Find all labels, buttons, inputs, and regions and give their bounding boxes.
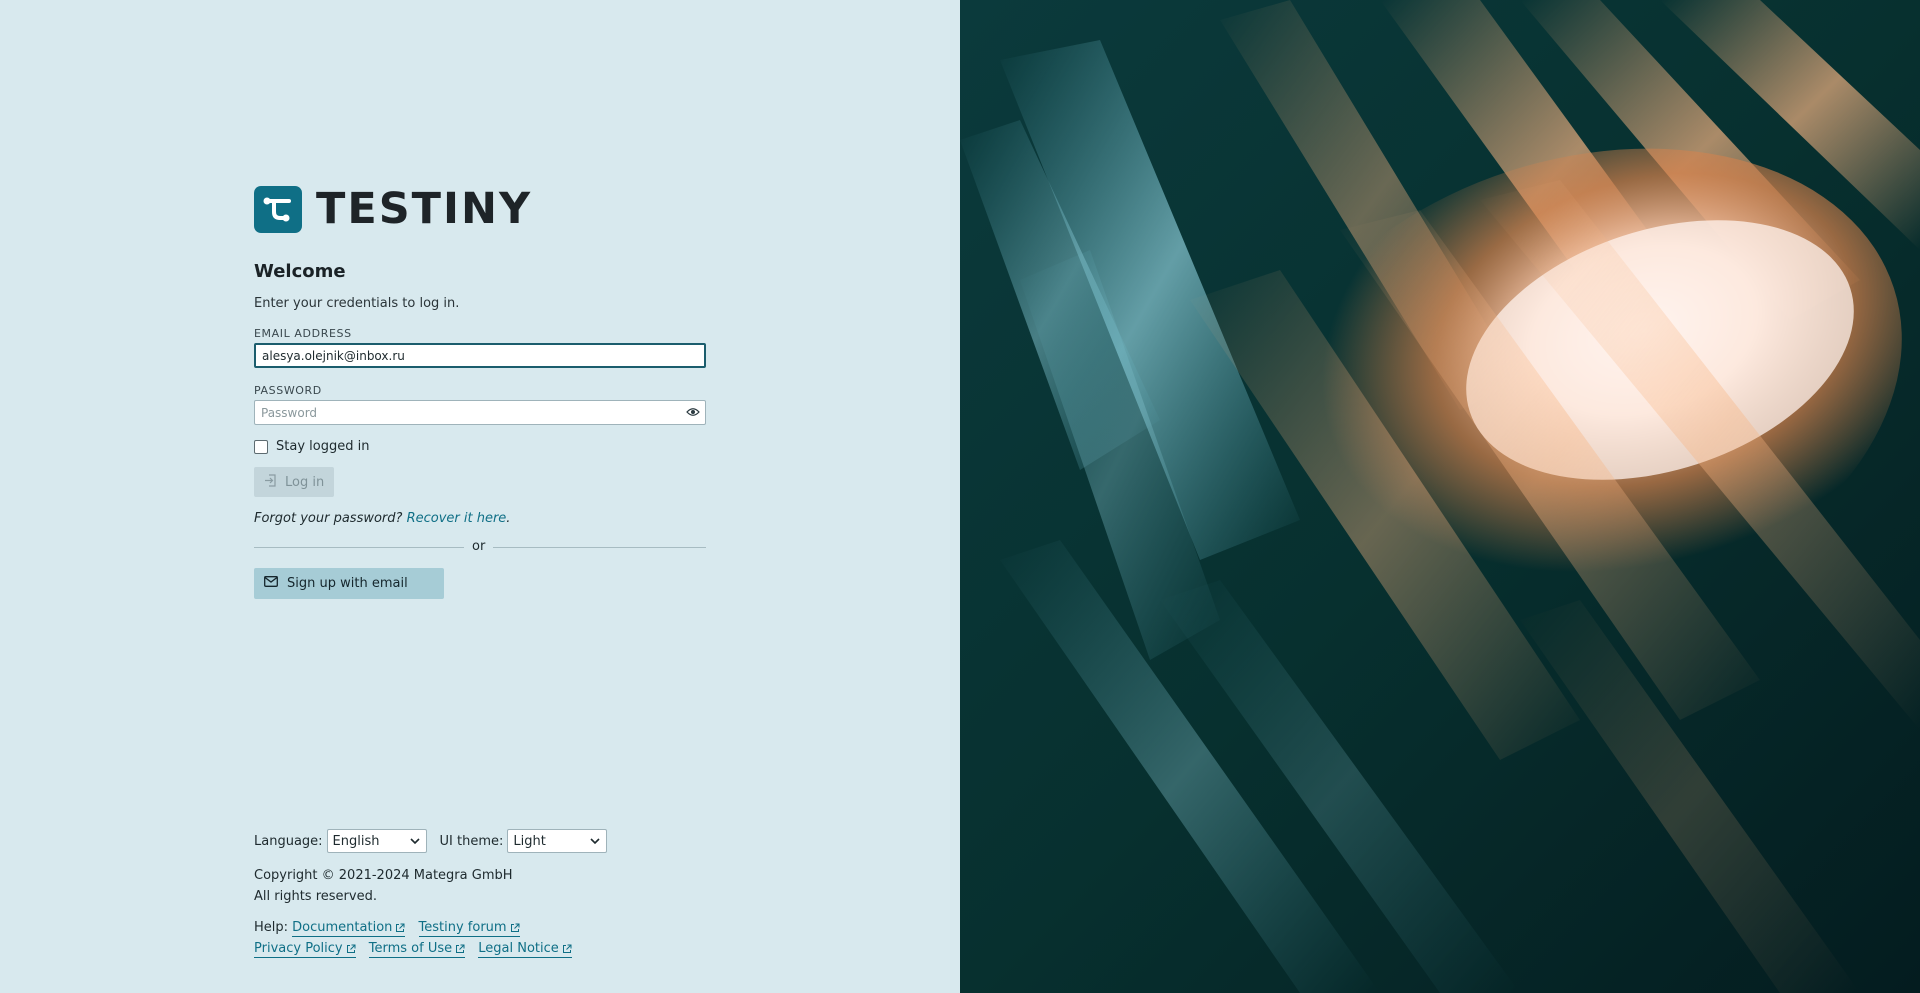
- chevron-down-icon: [409, 834, 420, 849]
- brand-wordmark: TESTINY: [316, 183, 533, 234]
- theme-select[interactable]: Light: [507, 829, 608, 853]
- recover-suffix: .: [506, 511, 511, 526]
- external-link-icon: [456, 944, 465, 953]
- recover-link[interactable]: Recover it here: [407, 511, 507, 526]
- language-value: English: [332, 833, 380, 849]
- forum-link[interactable]: Testiny forum: [418, 920, 520, 937]
- settings-row: Language: English UI theme: Light: [254, 829, 754, 853]
- page-subtitle: Enter your credentials to log in.: [254, 296, 460, 311]
- password-field-wrap: [254, 400, 706, 425]
- password-field[interactable]: [254, 400, 706, 425]
- copyright: Copyright © 2021-2024 Mategra GmbH All r…: [254, 865, 754, 907]
- copyright-line: Copyright © 2021-2024 Mategra GmbH: [254, 868, 513, 883]
- brand-logo: TESTINY: [254, 185, 706, 233]
- legal-link[interactable]: Legal Notice: [478, 941, 572, 958]
- password-label: PASSWORD: [254, 384, 322, 397]
- email-field-wrap: [254, 343, 706, 368]
- help-label: Help:: [254, 920, 289, 935]
- eye-icon[interactable]: [685, 404, 701, 420]
- rights-line: All rights reserved.: [254, 889, 377, 904]
- footer: Language: English UI theme: Light Copyri…: [254, 829, 754, 959]
- stay-logged-in-row: Stay logged in: [254, 439, 706, 454]
- login-pane: TESTINY Welcome Enter your credentials t…: [0, 0, 960, 993]
- chevron-down-icon: [590, 834, 600, 849]
- email-label: EMAIL ADDRESS: [254, 327, 352, 340]
- or-divider: or: [254, 539, 706, 554]
- signup-email-button[interactable]: Sign up with email: [254, 568, 444, 599]
- terms-link[interactable]: Terms of Use: [368, 941, 466, 958]
- external-link-icon: [510, 923, 520, 932]
- or-text: or: [464, 539, 494, 554]
- stay-logged-in-label[interactable]: Stay logged in: [276, 439, 369, 454]
- forgot-text: Forgot your password?: [254, 511, 403, 526]
- stay-logged-in-checkbox[interactable]: [254, 439, 268, 454]
- language-label: Language:: [254, 833, 323, 849]
- testiny-logo-icon: [254, 185, 302, 233]
- documentation-link[interactable]: Documentation: [292, 920, 406, 937]
- signup-button-label: Sign up with email: [287, 576, 408, 591]
- login-button-label: Log in: [285, 474, 325, 490]
- hero-image: [960, 0, 1920, 993]
- external-link-icon: [396, 923, 405, 932]
- language-select[interactable]: English: [326, 829, 427, 853]
- login-button[interactable]: Log in: [254, 467, 334, 497]
- external-link-icon: [562, 944, 572, 953]
- mail-icon: [264, 576, 278, 591]
- login-form: TESTINY Welcome Enter your credentials t…: [254, 185, 706, 599]
- external-link-icon: [346, 944, 356, 953]
- page-title: Welcome: [254, 261, 346, 282]
- email-field[interactable]: [254, 343, 706, 368]
- help-links: Help: Documentation Testiny forum Privac…: [254, 917, 754, 959]
- privacy-link[interactable]: Privacy Policy: [254, 941, 356, 958]
- abstract-hero-art: [960, 0, 1920, 993]
- login-icon: [264, 473, 277, 491]
- forgot-password: Forgot your password? Recover it here.: [254, 511, 706, 526]
- theme-label: UI theme:: [439, 833, 504, 849]
- theme-value: Light: [513, 833, 546, 849]
